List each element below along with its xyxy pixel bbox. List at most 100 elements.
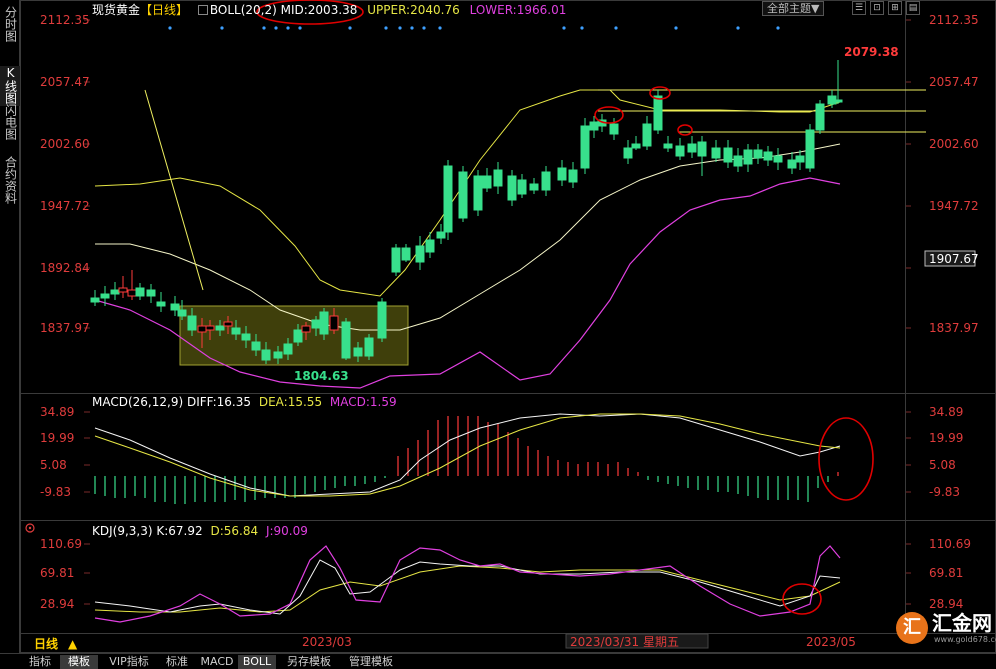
signal-dot (674, 26, 678, 30)
candle-body (482, 175, 492, 189)
macd-axis-label-left: 5.08 (40, 458, 67, 472)
kdj-axis-label-left: 28.94 (40, 597, 74, 611)
tab-boll[interactable]: BOLL (238, 655, 276, 669)
candle-body (443, 165, 453, 233)
nav-flash-label: 闪电图 (3, 104, 18, 140)
layout-single-icon[interactable]: ⊡ (870, 1, 884, 15)
layout-list-icon[interactable]: ☰ (852, 1, 866, 15)
candle-body (251, 341, 261, 351)
signal-dot (220, 26, 224, 30)
nav-flash-chart[interactable]: 闪电图 (0, 104, 20, 144)
boll-lower-value: LOWER:1966.01 (469, 3, 567, 17)
candle-body (391, 247, 401, 273)
candle-body (653, 95, 663, 131)
candle-body (529, 183, 539, 191)
candle-body (733, 155, 743, 167)
macd-axis-label-left: 19.99 (40, 431, 74, 445)
macd-axis-label: 34.89 (929, 405, 963, 419)
candle-body (273, 351, 283, 359)
candle-body (675, 145, 685, 157)
signal-dot (262, 26, 266, 30)
boll-upper-value: UPPER:2040.76 (367, 3, 460, 17)
nav-contract-info[interactable]: 合约资料 (0, 156, 20, 212)
kdj-axis-label: 110.69 (929, 537, 971, 551)
candle-body (170, 303, 180, 311)
candle-body (231, 327, 241, 335)
tab-macd[interactable]: MACD (198, 655, 236, 669)
chart-area[interactable]: 2112.35 2057.47 2002.60 1947.72 1837.97 … (20, 0, 996, 655)
theme-selector-button[interactable]: 全部主题▼ (762, 1, 825, 16)
macd-axis-label-left: 34.89 (40, 405, 74, 419)
time-axis: 日线 ▲ 2023/03 2023/03/31 星期五 2023/05 (34, 633, 856, 651)
kdj-header: KDJ(9,3,3) K:67.92 D:56.84 J:90.09 (92, 524, 308, 538)
candle-body (833, 99, 843, 103)
candle-body (805, 129, 815, 169)
price-axis-label-left: 2112.35 (40, 13, 90, 27)
macd-header: MACD(26,12,9) DIFF:16.35 DEA:15.55 MACD:… (92, 395, 397, 409)
macd-axis-label: 19.99 (929, 431, 963, 445)
candle-body (425, 239, 435, 253)
candle-body (329, 315, 339, 331)
candlestick-chart-svg[interactable]: 2112.35 2057.47 2002.60 1947.72 1837.97 … (20, 0, 996, 655)
candle-body (118, 287, 128, 293)
layout-table-icon[interactable]: ▤ (906, 1, 920, 15)
kdj-j-line (94, 545, 841, 623)
price-axis-label-left: 1947.72 (40, 199, 90, 213)
candle-body (473, 175, 483, 211)
low-price-label: 1804.63 (294, 369, 349, 383)
candle-body (711, 147, 721, 159)
macd-label: MACD(26,12,9) (92, 395, 184, 409)
candle-body (301, 325, 311, 333)
candle-body (241, 333, 251, 341)
candle-body (187, 315, 197, 331)
signal-dots (168, 26, 780, 30)
candle-body (723, 147, 733, 163)
chart-border (20, 0, 996, 653)
period-arrow-icon: ▲ (68, 637, 78, 651)
tab-standard[interactable]: 标准 (160, 655, 194, 669)
signal-dot (384, 26, 388, 30)
candle-body (436, 231, 446, 239)
price-axis-label-left: 1837.97 (40, 321, 90, 335)
candle-body (311, 319, 321, 329)
candle-body (127, 289, 137, 297)
candle-body (493, 169, 503, 187)
tab-templates[interactable]: 模板 (60, 655, 98, 669)
signal-dot (298, 26, 302, 30)
nav-intraday-chart[interactable]: 分时图 (0, 6, 20, 46)
candle-body (663, 143, 673, 149)
candle-body (458, 171, 468, 219)
candle-body (507, 175, 517, 201)
kdj-axis-label: 28.94 (929, 597, 963, 611)
annotation-ellipse-1 (594, 106, 624, 124)
signal-dot (274, 26, 278, 30)
macd-dea: DEA:15.55 (258, 395, 323, 409)
candle-body (623, 147, 633, 159)
period-tag: 【日线】 (140, 3, 189, 17)
nav-kline-chart[interactable]: K线图 (0, 66, 20, 106)
kdj-d: D:56.84 (210, 524, 259, 538)
left-vertical-nav: 分时图 K线图 闪电图 合约资料 (0, 0, 20, 655)
candle-body (377, 301, 387, 339)
candle-body (743, 149, 753, 165)
tab-manage-templates[interactable]: 管理模板 (342, 655, 400, 669)
tab-vip-indicators[interactable]: VIP指标 (102, 655, 156, 669)
candle-body (100, 293, 110, 299)
layout-grid-icon[interactable]: ⊞ (888, 1, 902, 15)
trading-chart-window: 分时图 K线图 闪电图 合约资料 2112.35 2057.47 2002.60… (0, 0, 996, 669)
price-axis-label: 2112.35 (929, 13, 979, 27)
symbol-name: 现货黄金 (92, 3, 141, 17)
candle-body (517, 179, 527, 195)
candle-body (197, 325, 207, 333)
watermark-logo: 汇 汇金网 www.gold678.com (896, 610, 996, 650)
candle-body (341, 321, 351, 359)
candle-body (753, 149, 763, 159)
candle-body (223, 321, 233, 327)
tab-save-template[interactable]: 另存模板 (280, 655, 338, 669)
signal-dot (614, 26, 618, 30)
boll-toggle-icon[interactable] (197, 5, 208, 15)
macd-indicator (94, 413, 841, 504)
candle-body (319, 311, 329, 335)
kdj-settings-icon[interactable] (25, 523, 35, 533)
tab-indicators[interactable]: 指标 (22, 655, 58, 669)
